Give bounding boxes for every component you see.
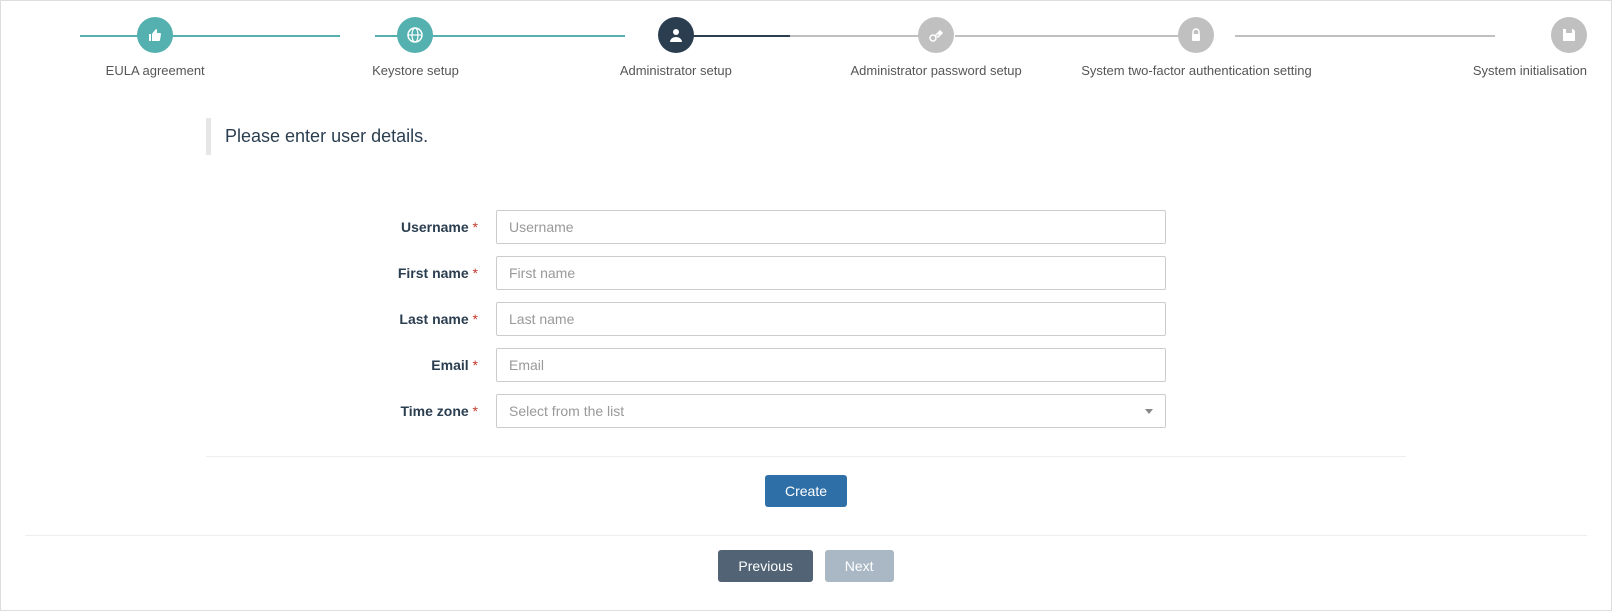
row-firstname: First name * [206,256,1406,290]
label-username: Username * [206,219,496,235]
row-lastname: Last name * [206,302,1406,336]
key-icon [918,17,954,53]
row-timezone: Time zone * Select from the list [206,394,1406,428]
firstname-input[interactable] [496,256,1166,290]
connector-4 [955,35,1200,37]
save-icon [1551,17,1587,53]
step-admin-password[interactable]: Administrator password setup [806,17,1066,78]
timezone-select[interactable]: Select from the list [496,394,1166,428]
step-label: Administrator setup [620,63,732,78]
label-timezone: Time zone * [206,403,496,419]
label-lastname: Last name * [206,311,496,327]
step-2fa[interactable]: System two-factor authentication setting [1066,17,1326,78]
wizard-container: EULA agreement Keystore setup Administra… [0,0,1612,611]
chevron-down-icon [1145,409,1153,414]
username-input[interactable] [496,210,1166,244]
instruction-text: Please enter user details. [206,118,1406,155]
stepper: EULA agreement Keystore setup Administra… [25,17,1587,78]
step-keystore[interactable]: Keystore setup [285,17,545,78]
label-email: Email * [206,357,496,373]
step-label: System two-factor authentication setting [1081,63,1312,78]
footer-divider [25,535,1587,536]
row-username: Username * [206,210,1406,244]
timezone-placeholder: Select from the list [509,403,624,419]
form-divider [206,456,1406,457]
connector-5 [1235,35,1495,37]
step-init[interactable]: System initialisation [1327,17,1587,78]
form-panel: Please enter user details. Username * Fi… [206,118,1406,507]
thumbs-up-icon [137,17,173,53]
step-label: Keystore setup [372,63,459,78]
step-label: Administrator password setup [851,63,1022,78]
nav-row: Previous Next [25,550,1587,582]
next-button[interactable]: Next [825,550,894,582]
label-firstname: First name * [206,265,496,281]
row-email: Email * [206,348,1406,382]
step-admin-setup[interactable]: Administrator setup [546,17,806,78]
user-icon [658,17,694,53]
lastname-input[interactable] [496,302,1166,336]
step-label: System initialisation [1473,63,1587,78]
step-eula[interactable]: EULA agreement [25,17,285,78]
create-button[interactable]: Create [765,475,847,507]
connector-1 [80,35,340,37]
connector-3b [790,35,920,37]
previous-button[interactable]: Previous [718,550,812,582]
email-input[interactable] [496,348,1166,382]
globe-icon [397,17,433,53]
lock-icon [1178,17,1214,53]
create-row: Create [206,475,1406,507]
step-label: EULA agreement [106,63,205,78]
